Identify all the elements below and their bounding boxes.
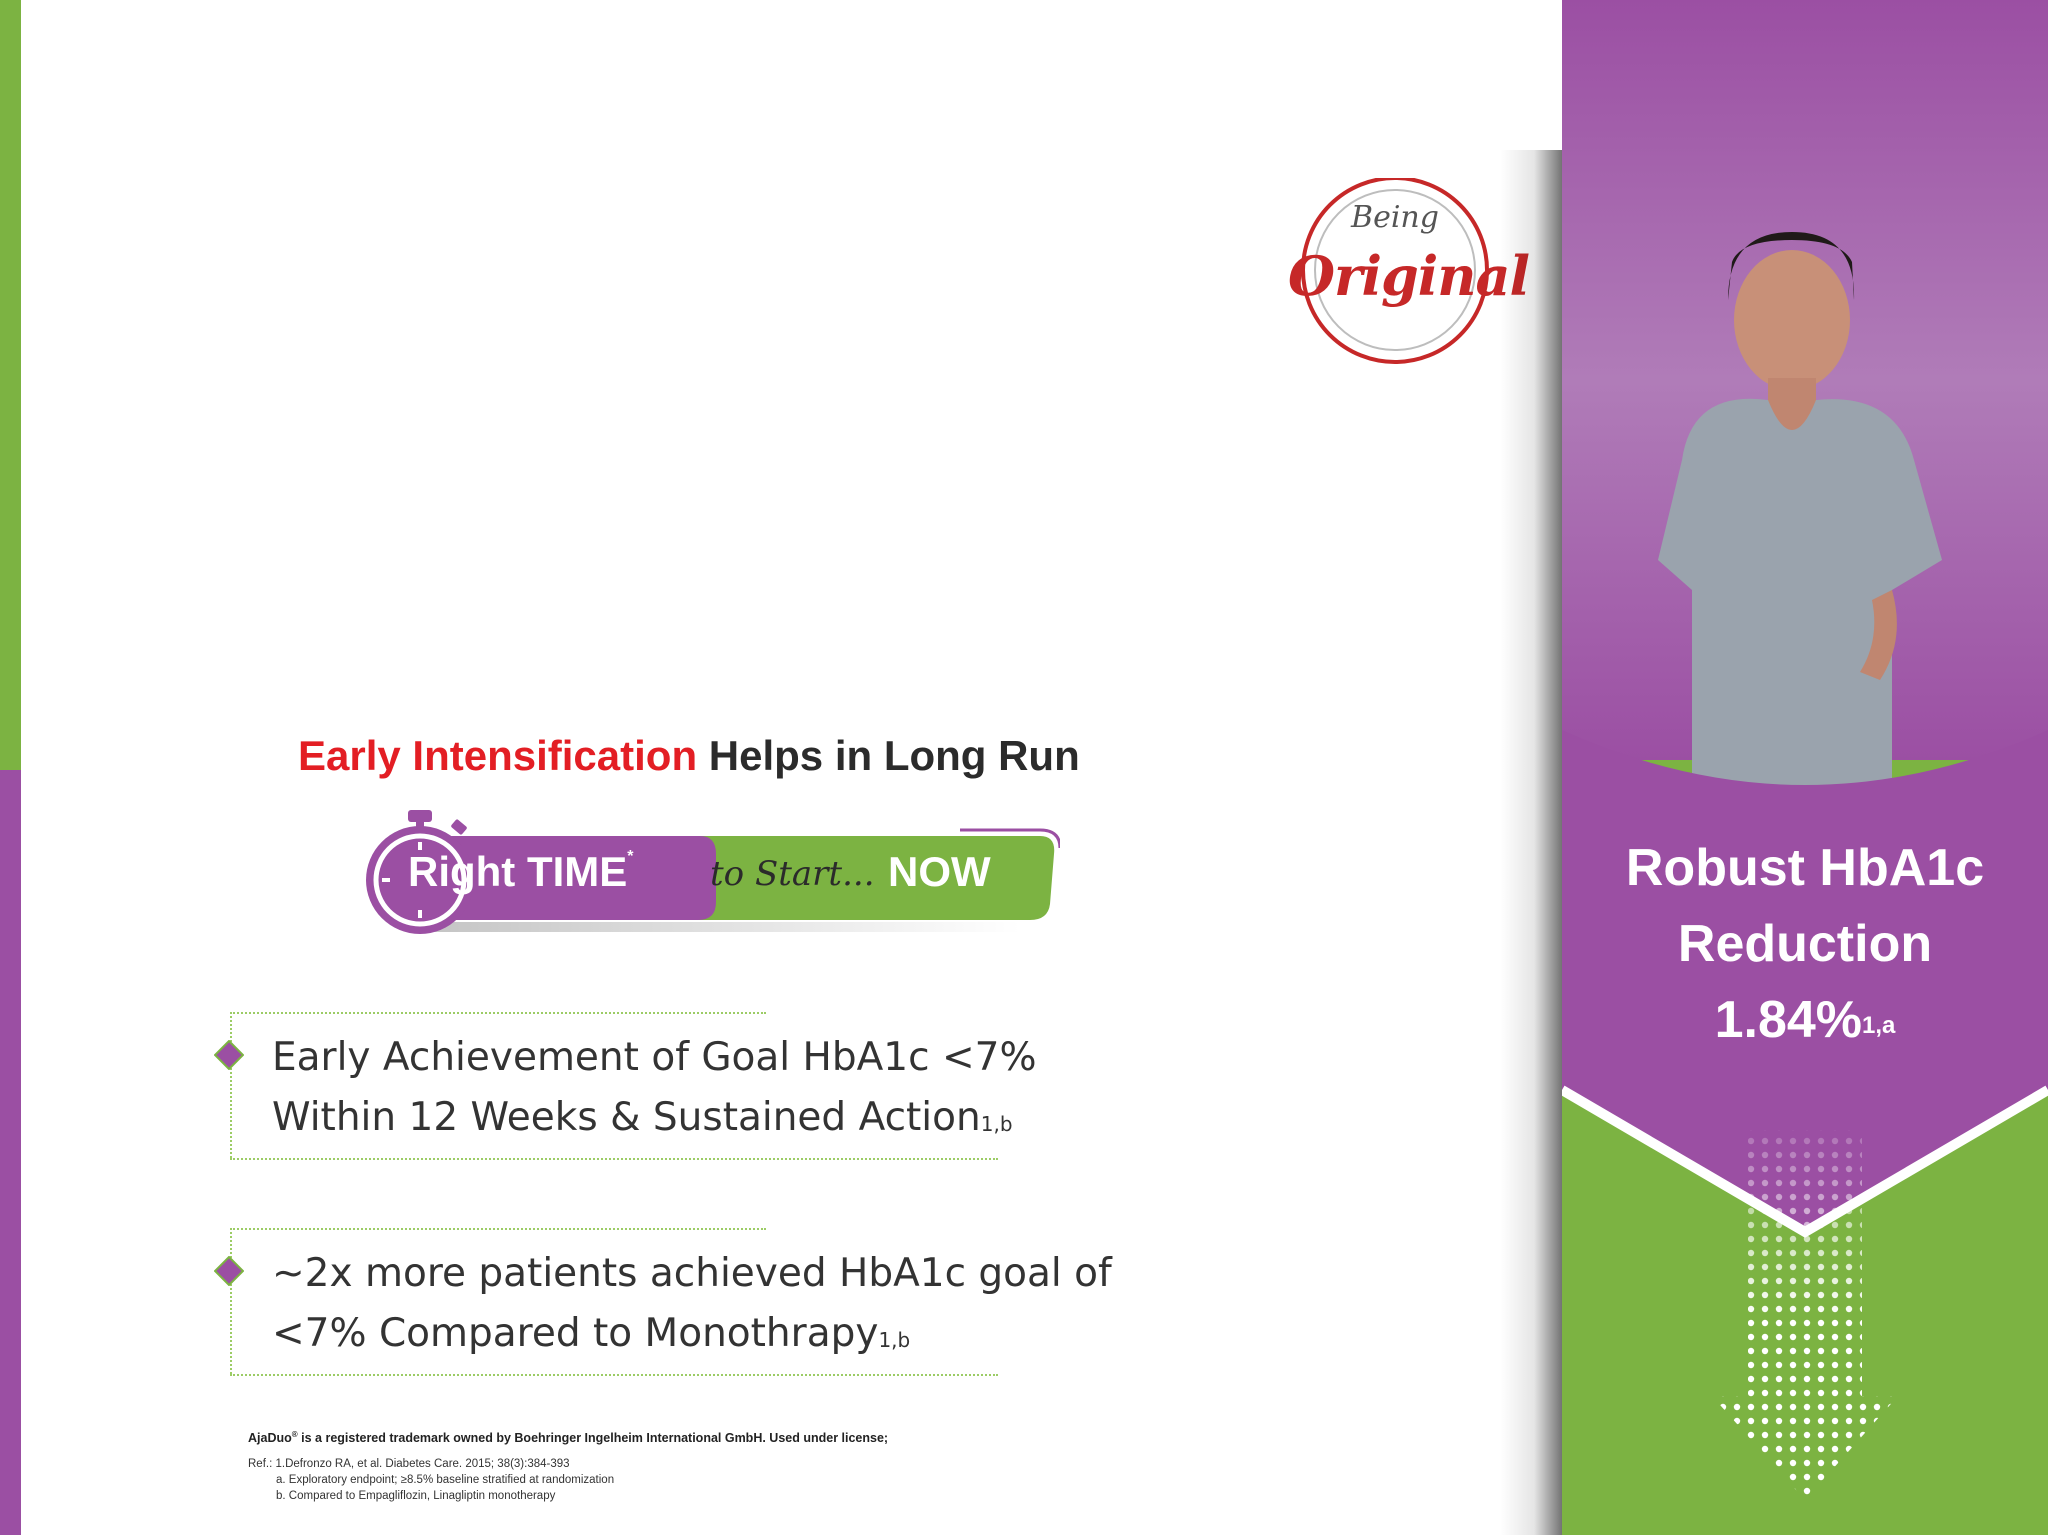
page-heading: Early Intensification Helps in Long Run	[298, 732, 1080, 780]
logo-text-original: Original	[1288, 244, 1530, 308]
reference-note-a: a. Exploratory endpoint; ≥8.5% baseline …	[276, 1474, 615, 1486]
right-time-badge: Right TIME* to Start... NOW	[360, 802, 1060, 942]
bullet-1-line-2: Within 12 Weeks & Sustained Action1,b	[272, 1088, 1037, 1148]
hba1c-reduction-headline: Robust HbA1c Reduction 1.84%1,a	[1562, 830, 2048, 1058]
logo-text-being: Being	[1351, 200, 1439, 235]
bullet-1-line-2-text: Within 12 Weeks & Sustained Action	[272, 1095, 981, 1140]
bullet-2-line-2-text: <7% Compared to Monothrapy	[272, 1311, 879, 1356]
heading-highlight: Early Intensification	[298, 732, 698, 779]
bullet-2-superscript: 1,b	[878, 1328, 911, 1352]
headline-line-2: Reduction	[1677, 915, 1933, 973]
diamond-bullet-icon	[214, 1256, 244, 1286]
left-edge-purple-strip	[0, 770, 21, 1535]
bullet-1-superscript: 1,b	[980, 1112, 1013, 1136]
left-edge-green-strip	[0, 0, 21, 770]
reference-note-b: b. Compared to Empagliflozin, Linaglipti…	[276, 1490, 556, 1502]
bullet-2-line-2: <7% Compared to Monothrapy1,b	[272, 1304, 1112, 1364]
bullet-text-2: ~2x more patients achieved HbA1c goal of…	[272, 1244, 1112, 1364]
bullet-item-2: ~2x more patients achieved HbA1c goal of…	[214, 1228, 1194, 1378]
diamond-bullet-icon	[214, 1040, 244, 1070]
badge-right-time: Right TIME*	[408, 848, 634, 896]
being-original-logo: Being Original	[1288, 176, 1530, 378]
reference-1: Ref.: 1.Defronzo RA, et al. Diabetes Car…	[248, 1458, 570, 1470]
bullet-2-line-1: ~2x more patients achieved HbA1c goal of	[272, 1251, 1112, 1296]
bullet-border-top	[230, 1228, 766, 1230]
trademark-text: is a registered trademark owned by Boehr…	[297, 1431, 889, 1446]
headline-line-1: Robust HbA1c	[1625, 839, 1985, 897]
headline-value: 1.84%1,a	[1562, 982, 2048, 1058]
brand-name: AjaDuo	[248, 1431, 292, 1446]
bullet-border-top	[230, 1012, 766, 1014]
bullet-border-bottom	[230, 1374, 998, 1376]
references: Ref.: 1.Defronzo RA, et al. Diabetes Car…	[248, 1456, 614, 1504]
badge-asterisk: *	[627, 848, 634, 865]
bullet-border-bottom	[230, 1158, 998, 1160]
bullet-border-left	[230, 1012, 232, 1158]
headline-value-text: 1.84%	[1714, 991, 1863, 1049]
right-panel: Robust HbA1c Reduction 1.84%1,a	[1562, 0, 2048, 1535]
badge-right-time-text: Right TIME	[408, 848, 628, 895]
badge-to-start: to Start...	[710, 854, 875, 894]
heading-rest: Helps in Long Run	[708, 732, 1080, 779]
headline-superscript: 1,a	[1862, 1012, 1896, 1039]
bullet-text-1: Early Achievement of Goal HbA1c <7% With…	[272, 1028, 1037, 1148]
trademark-notice: AjaDuo® is a registered trademark owned …	[248, 1430, 888, 1445]
bullet-1-line-1: Early Achievement of Goal HbA1c <7%	[272, 1035, 1037, 1080]
panel-shadow	[1500, 150, 1562, 1535]
panel-background	[1562, 0, 2048, 1535]
bullet-item-1: Early Achievement of Goal HbA1c <7% With…	[214, 1012, 1194, 1162]
badge-now: NOW	[888, 848, 991, 895]
bullet-border-left	[230, 1228, 232, 1374]
